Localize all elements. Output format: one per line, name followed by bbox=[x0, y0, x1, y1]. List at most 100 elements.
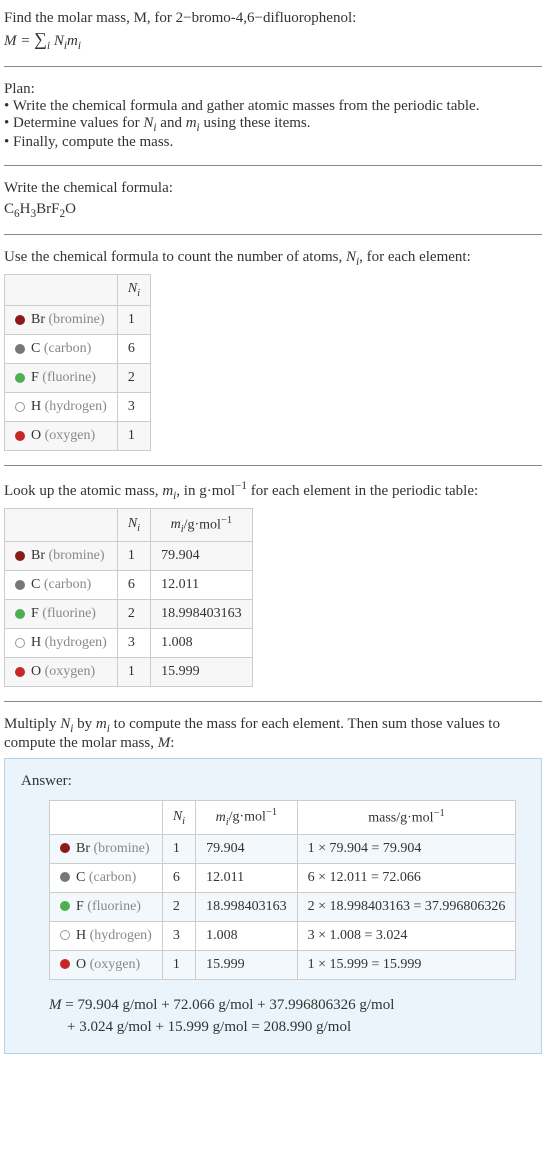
cell-m: 15.999 bbox=[151, 658, 253, 687]
count-table: Ni Br (bromine) 1 C (carbon) 6 F (fluori… bbox=[4, 274, 151, 451]
mass-title: Look up the atomic mass, mi, in g·mol−1 … bbox=[4, 480, 542, 502]
cell-m: 79.904 bbox=[196, 834, 298, 863]
element-name: (fluorine) bbox=[42, 606, 96, 621]
cell-n: 6 bbox=[117, 571, 150, 600]
cell-n: 2 bbox=[162, 892, 195, 921]
fluorine-dot-icon bbox=[15, 373, 25, 383]
element-name: (bromine) bbox=[49, 312, 105, 327]
cell-m: 1.008 bbox=[151, 629, 253, 658]
cell-n: 3 bbox=[117, 392, 150, 421]
intro-line1: Find the molar mass, M, for 2−bromo-4,6−… bbox=[4, 10, 542, 27]
plan-title: Plan: bbox=[4, 81, 542, 98]
oxygen-dot-icon bbox=[15, 667, 25, 677]
cell-n: 1 bbox=[117, 658, 150, 687]
table-row: C (carbon) 6 bbox=[5, 334, 151, 363]
element-symbol: Br bbox=[31, 312, 45, 327]
divider bbox=[4, 165, 542, 166]
oxygen-dot-icon bbox=[60, 959, 70, 969]
hydrogen-dot-icon bbox=[60, 930, 70, 940]
answer-table: Ni mi/g·mol−1 mass/g·mol−1 Br (bromine) … bbox=[49, 800, 516, 979]
plan-item: • Finally, compute the mass. bbox=[4, 134, 542, 151]
table-row: F (fluorine) 2 bbox=[5, 363, 151, 392]
intro-block: Find the molar mass, M, for 2−bromo-4,6−… bbox=[4, 4, 542, 58]
cell-mass: 2 × 18.998403163 = 37.996806326 bbox=[297, 892, 516, 921]
cell-m: 79.904 bbox=[151, 542, 253, 571]
cell-n: 3 bbox=[162, 921, 195, 950]
element-symbol: Br bbox=[76, 841, 90, 856]
element-symbol: H bbox=[31, 635, 41, 650]
hydrogen-dot-icon bbox=[15, 402, 25, 412]
fluorine-dot-icon bbox=[60, 901, 70, 911]
carbon-dot-icon bbox=[15, 344, 25, 354]
plan-item: • Write the chemical formula and gather … bbox=[4, 98, 542, 115]
final-equation: M = 79.904 g/mol + 72.066 g/mol + 37.996… bbox=[21, 994, 525, 1039]
plan-item: • Determine values for Ni and mi using t… bbox=[4, 115, 542, 134]
formula-block: Write the chemical formula: C6H3BrF2O bbox=[4, 174, 542, 226]
col-mi: mi/g·mol−1 bbox=[196, 801, 298, 834]
oxygen-dot-icon bbox=[15, 431, 25, 441]
hydrogen-dot-icon bbox=[15, 638, 25, 648]
cell-n: 1 bbox=[117, 421, 150, 450]
cell-n: 1 bbox=[117, 305, 150, 334]
element-symbol: F bbox=[31, 370, 39, 385]
compute-block: Multiply Ni by mi to compute the mass fo… bbox=[4, 710, 542, 1059]
carbon-dot-icon bbox=[60, 872, 70, 882]
element-name: (fluorine) bbox=[87, 899, 141, 914]
table-row: H (hydrogen) 3 1.008 3 × 1.008 = 3.024 bbox=[50, 921, 516, 950]
carbon-dot-icon bbox=[15, 580, 25, 590]
element-name: (fluorine) bbox=[42, 370, 96, 385]
element-symbol: Br bbox=[31, 548, 45, 563]
element-name: (bromine) bbox=[49, 548, 105, 563]
table-row: Br (bromine) 1 bbox=[5, 305, 151, 334]
table-row: O (oxygen) 1 15.999 1 × 15.999 = 15.999 bbox=[50, 950, 516, 979]
answer-box: Answer: Ni mi/g·mol−1 mass/g·mol−1 Br (b… bbox=[4, 758, 542, 1053]
table-row: C (carbon) 6 12.011 bbox=[5, 571, 253, 600]
bromine-dot-icon bbox=[60, 843, 70, 853]
table-row: Br (bromine) 1 79.904 1 × 79.904 = 79.90… bbox=[50, 834, 516, 863]
element-name: (oxygen) bbox=[45, 664, 96, 679]
divider bbox=[4, 234, 542, 235]
element-symbol: O bbox=[31, 428, 41, 443]
element-symbol: C bbox=[76, 870, 85, 885]
count-block: Use the chemical formula to count the nu… bbox=[4, 243, 542, 457]
cell-m: 1.008 bbox=[196, 921, 298, 950]
intro-formula: M = ∑i Nimi bbox=[4, 29, 542, 52]
table-row: O (oxygen) 1 bbox=[5, 421, 151, 450]
cell-n: 6 bbox=[162, 863, 195, 892]
count-title: Use the chemical formula to count the nu… bbox=[4, 249, 542, 268]
element-name: (carbon) bbox=[89, 870, 136, 885]
cell-n: 1 bbox=[117, 542, 150, 571]
mass-table: Ni mi/g·mol−1 Br (bromine) 1 79.904 C (c… bbox=[4, 508, 253, 687]
table-row: C (carbon) 6 12.011 6 × 12.011 = 72.066 bbox=[50, 863, 516, 892]
cell-m: 12.011 bbox=[196, 863, 298, 892]
element-symbol: H bbox=[31, 399, 41, 414]
mass-block: Look up the atomic mass, mi, in g·mol−1 … bbox=[4, 474, 542, 693]
divider bbox=[4, 66, 542, 67]
element-symbol: O bbox=[31, 664, 41, 679]
cell-m: 12.011 bbox=[151, 571, 253, 600]
bromine-dot-icon bbox=[15, 551, 25, 561]
element-symbol: F bbox=[76, 899, 84, 914]
col-ni: Ni bbox=[117, 508, 150, 541]
fluorine-dot-icon bbox=[15, 609, 25, 619]
cell-n: 2 bbox=[117, 600, 150, 629]
cell-n: 6 bbox=[117, 334, 150, 363]
element-name: (carbon) bbox=[44, 577, 91, 592]
table-row: Br (bromine) 1 79.904 bbox=[5, 542, 253, 571]
formula-title: Write the chemical formula: bbox=[4, 180, 542, 197]
divider bbox=[4, 465, 542, 466]
divider bbox=[4, 701, 542, 702]
element-name: (bromine) bbox=[94, 841, 150, 856]
cell-n: 1 bbox=[162, 834, 195, 863]
chemical-formula: C6H3BrF2O bbox=[4, 201, 542, 220]
compute-title: Multiply Ni by mi to compute the mass fo… bbox=[4, 716, 542, 752]
element-symbol: C bbox=[31, 341, 40, 356]
table-row: O (oxygen) 1 15.999 bbox=[5, 658, 253, 687]
element-name: (oxygen) bbox=[45, 428, 96, 443]
cell-m: 15.999 bbox=[196, 950, 298, 979]
table-row: F (fluorine) 2 18.998403163 2 × 18.99840… bbox=[50, 892, 516, 921]
cell-mass: 6 × 12.011 = 72.066 bbox=[297, 863, 516, 892]
plan-block: Plan: • Write the chemical formula and g… bbox=[4, 75, 542, 157]
element-name: (carbon) bbox=[44, 341, 91, 356]
table-row: H (hydrogen) 3 1.008 bbox=[5, 629, 253, 658]
